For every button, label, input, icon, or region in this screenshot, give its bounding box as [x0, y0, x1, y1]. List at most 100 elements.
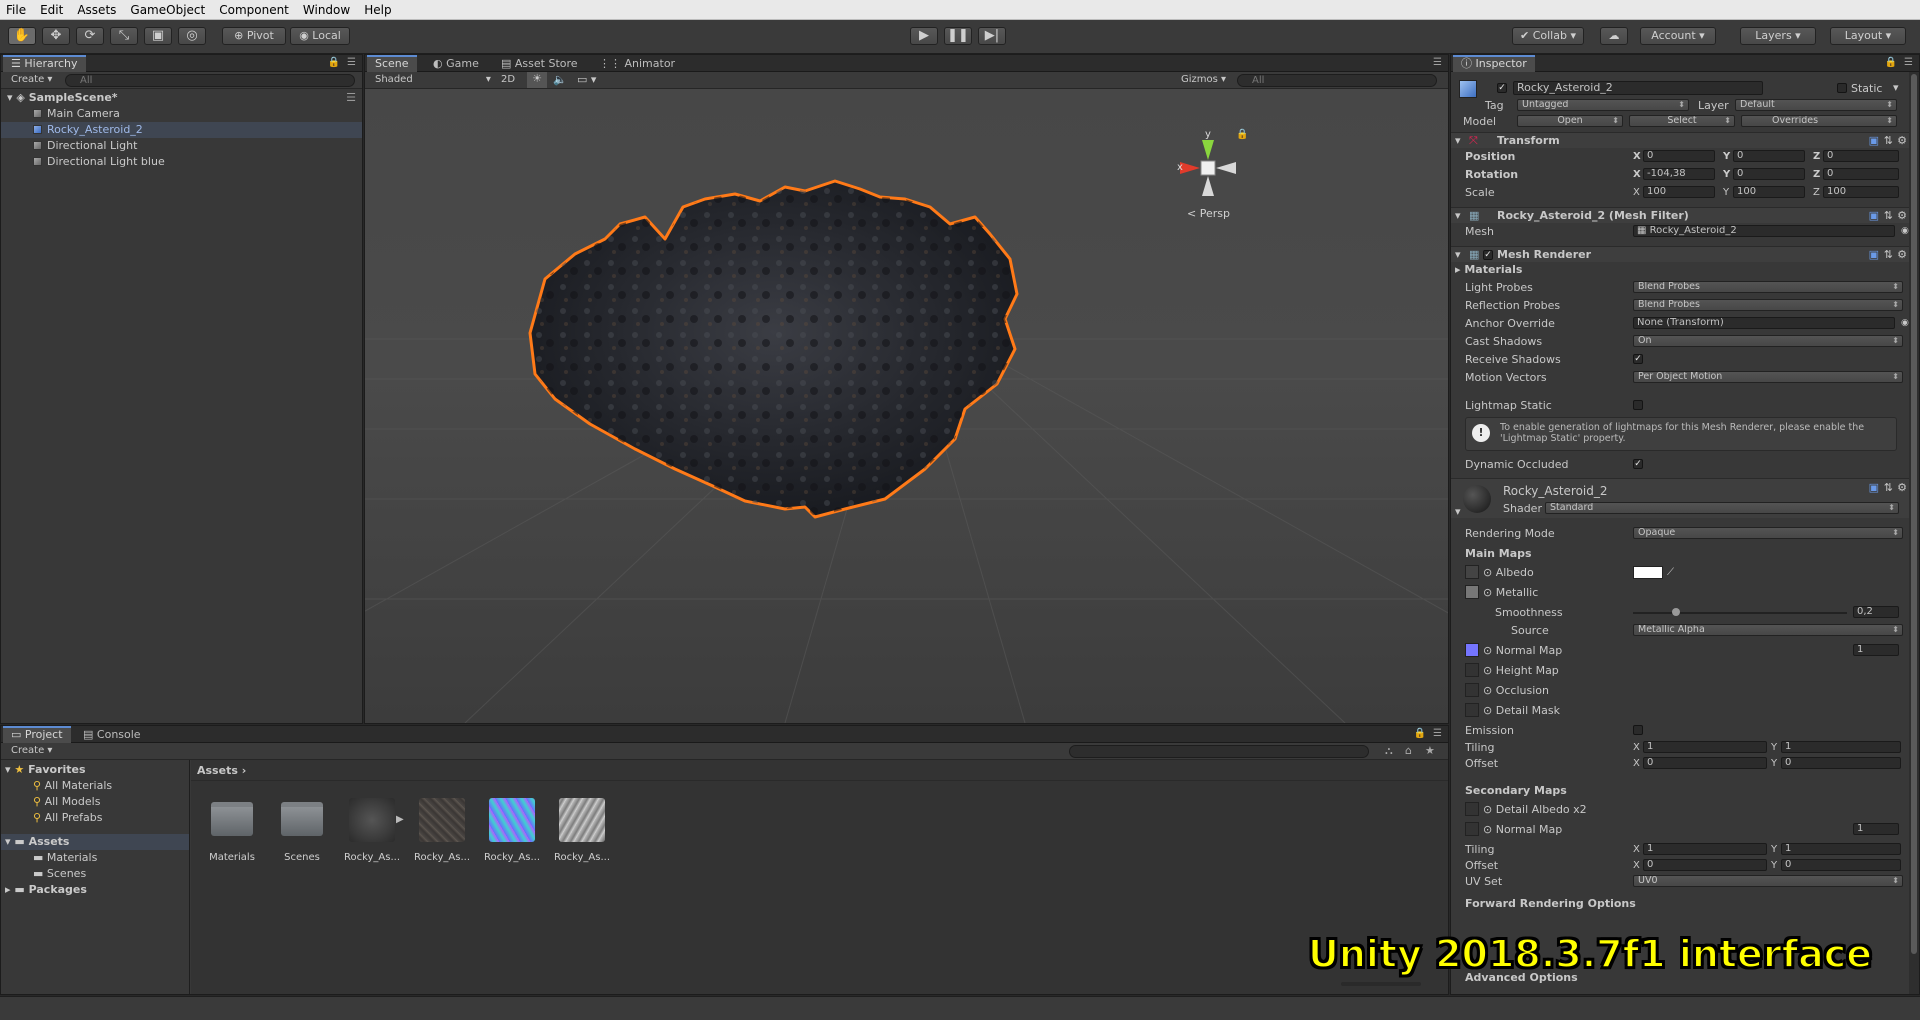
overrides-dropdown[interactable]: Overrides	[1741, 115, 1897, 127]
material-header[interactable]: Rocky_Asteroid_2 Shader Standard ▾ ▣ ⇅ ⚙	[1451, 478, 1909, 518]
smoothness-field[interactable]: 0,2	[1853, 606, 1899, 618]
rotate-tool-button[interactable]: ⟳	[76, 27, 104, 45]
collapse-arrow-icon[interactable]: ▾	[1455, 248, 1461, 261]
panel-menu-icon[interactable]: ☰	[1904, 57, 1913, 68]
position-z-field[interactable]: 0	[1823, 150, 1899, 162]
hierarchy-item[interactable]: Directional Light	[1, 138, 362, 154]
tab-asset-store[interactable]: ▤ Asset Store	[493, 55, 586, 72]
secondary-normal-scale-field[interactable]: 1	[1853, 823, 1899, 835]
gizmo-neg-y-axis[interactable]	[1202, 176, 1214, 196]
motion-vectors-dropdown[interactable]: Per Object Motion	[1633, 371, 1903, 383]
tab-scene[interactable]: Scene	[367, 55, 417, 72]
mesh-object-field[interactable]: ▦ Rocky_Asteroid_2	[1633, 225, 1895, 237]
packages-row[interactable]: ▸ ▬ Packages	[1, 882, 189, 898]
orientation-gizmo[interactable]	[1180, 140, 1236, 196]
step-button[interactable]: ▶|	[978, 27, 1006, 45]
help-icon[interactable]: ▣	[1869, 134, 1879, 147]
position-x-field[interactable]: 0	[1643, 150, 1715, 162]
menu-gameobject[interactable]: GameObject	[124, 0, 213, 20]
normal-scale-field[interactable]: 1	[1853, 644, 1899, 656]
gizmo-x-axis[interactable]	[1180, 162, 1200, 174]
tab-inspector[interactable]: ⓘ Inspector	[1453, 55, 1535, 72]
detail-albedo-slot[interactable]	[1465, 802, 1479, 816]
rotation-y-field[interactable]: 0	[1733, 168, 1805, 180]
menu-assets[interactable]: Assets	[71, 0, 124, 20]
hierarchy-item[interactable]: Directional Light blue	[1, 154, 362, 170]
open-model-button[interactable]: Open	[1517, 115, 1623, 127]
gizmo-y-axis[interactable]	[1202, 140, 1214, 160]
tiling-y-field[interactable]: 1	[1781, 843, 1901, 855]
offset-x-field[interactable]: 0	[1643, 757, 1767, 769]
menu-component[interactable]: Component	[213, 0, 297, 20]
light-probes-dropdown[interactable]: Blend Probes	[1633, 281, 1903, 293]
menu-file[interactable]: File	[0, 0, 34, 20]
scale-y-field[interactable]: 100	[1733, 186, 1805, 198]
audio-toggle[interactable]: 🔈	[553, 73, 567, 86]
filter-type-icon[interactable]: ⛬	[1385, 744, 1393, 758]
tag-dropdown[interactable]: Untagged	[1517, 99, 1689, 111]
gear-icon[interactable]: ⚙	[1897, 481, 1907, 494]
collab-button[interactable]: ✔ Collab ▾	[1512, 27, 1584, 45]
breadcrumb[interactable]: Assets ›	[197, 764, 246, 777]
lighting-toggle[interactable]: ☀	[527, 72, 547, 88]
project-search-input[interactable]	[1069, 745, 1369, 758]
favorite-star-icon[interactable]: ★	[1425, 744, 1435, 757]
lock-icon[interactable]: 🔒	[328, 57, 340, 68]
eyedropper-icon[interactable]: ⟋	[1667, 565, 1674, 580]
mesh-renderer-header[interactable]: ▾ ▦ ✓ Mesh Renderer ▣ ⇅ ⚙	[1451, 246, 1909, 262]
offset-x-field[interactable]: 0	[1643, 859, 1767, 871]
layout-dropdown[interactable]: Layout ▾	[1830, 27, 1906, 45]
tab-hierarchy[interactable]: ☰ Hierarchy	[3, 55, 86, 72]
offset-y-field[interactable]: 0	[1781, 859, 1901, 871]
albedo-texture-slot[interactable]	[1465, 565, 1479, 579]
inspector-scrollbar[interactable]	[1909, 72, 1919, 994]
folder-row[interactable]: ▬ Materials	[1, 850, 189, 866]
occlusion-slot[interactable]	[1465, 683, 1479, 697]
collapse-arrow-icon[interactable]: ▾	[1455, 505, 1461, 518]
gear-icon[interactable]: ⚙	[1897, 248, 1907, 261]
scale-tool-button[interactable]: ⤡	[110, 27, 138, 45]
smoothness-slider-thumb[interactable]	[1671, 608, 1680, 616]
hierarchy-search-input[interactable]: All	[65, 74, 355, 87]
menu-help[interactable]: Help	[358, 0, 399, 20]
tab-project[interactable]: ▭ Project	[3, 726, 71, 743]
select-model-button[interactable]: Select	[1629, 115, 1735, 127]
smoothness-slider-track[interactable]	[1633, 612, 1847, 614]
filter-label-icon[interactable]: ⌂	[1405, 744, 1412, 757]
shading-dropdown[interactable]: Shaded ▾	[375, 74, 491, 85]
projection-toggle[interactable]: < Persp	[1187, 207, 1230, 220]
materials-row[interactable]: ▸ Materials	[1455, 262, 1899, 277]
lightmap-static-checkbox[interactable]	[1633, 400, 1643, 410]
preset-icon[interactable]: ⇅	[1884, 134, 1893, 147]
scale-x-field[interactable]: 100	[1643, 186, 1715, 198]
preset-icon[interactable]: ⇅	[1884, 481, 1893, 494]
tab-console[interactable]: ▤ Console	[75, 726, 149, 743]
active-checkbox[interactable]: ✓	[1497, 83, 1507, 93]
tiling-y-field[interactable]: 1	[1781, 741, 1901, 753]
gizmo-lock-icon[interactable]: 🔒	[1236, 129, 1248, 140]
favorite-item[interactable]: ⚲ All Materials	[1, 778, 189, 794]
project-create-dropdown[interactable]: Create ▾	[11, 745, 52, 756]
object-name-field[interactable]: Rocky_Asteroid_2	[1513, 81, 1763, 95]
texture-thumbnail[interactable]	[559, 798, 605, 842]
hand-tool-button[interactable]: ✋	[8, 27, 36, 45]
panel-menu-icon[interactable]: ☰	[1433, 728, 1442, 739]
reflection-probes-dropdown[interactable]: Blend Probes	[1633, 299, 1903, 311]
cloud-button[interactable]: ☁	[1600, 27, 1628, 45]
gear-icon[interactable]: ⚙	[1897, 134, 1907, 147]
uv-set-dropdown[interactable]: UV0	[1633, 875, 1903, 887]
expand-arrow-icon[interactable]: ▾	[7, 91, 13, 104]
detail-mask-slot[interactable]	[1465, 703, 1479, 717]
dynamic-occluded-checkbox[interactable]: ✓	[1633, 459, 1643, 469]
effects-dropdown[interactable]: ▭ ▾	[577, 73, 596, 86]
tab-animator[interactable]: ⋮⋮ Animator	[591, 55, 683, 72]
hierarchy-item[interactable]: Main Camera	[1, 106, 362, 122]
move-tool-button[interactable]: ✥	[42, 27, 70, 45]
preset-icon[interactable]: ⇅	[1884, 209, 1893, 222]
transform-header[interactable]: ▾ ⤧ Transform ▣ ⇅ ⚙	[1451, 132, 1909, 148]
mesh-filter-header[interactable]: ▾ ▦ Rocky_Asteroid_2 (Mesh Filter) ▣ ⇅ ⚙	[1451, 207, 1909, 223]
menu-edit[interactable]: Edit	[34, 0, 71, 20]
lock-icon[interactable]: 🔒	[1885, 57, 1897, 68]
model-thumbnail[interactable]	[349, 798, 395, 842]
gizmos-dropdown[interactable]: Gizmos ▾	[1181, 74, 1226, 85]
